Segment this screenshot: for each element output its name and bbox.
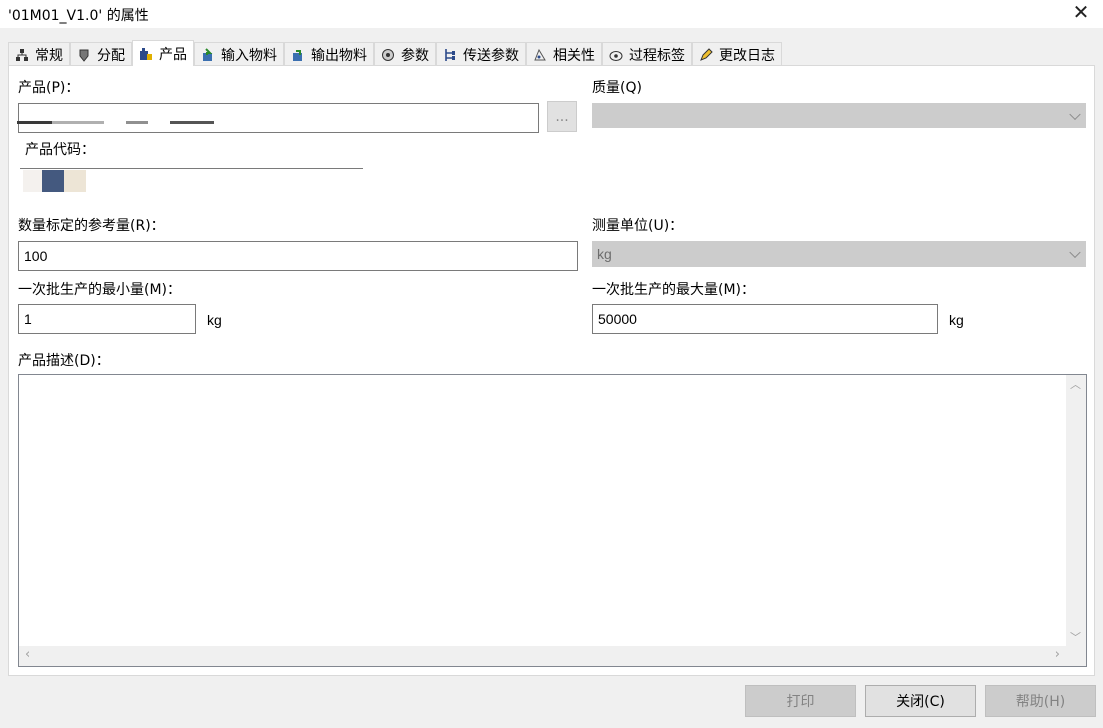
max-batch-input[interactable]: 50000: [592, 304, 938, 334]
scroll-up-icon[interactable]: ︿: [1070, 379, 1081, 391]
min-batch-unit: kg: [207, 312, 222, 328]
scroll-left-icon[interactable]: ‹: [25, 648, 30, 661]
tab-assignment[interactable]: 分配: [70, 42, 132, 66]
tab-label: 分配: [97, 47, 125, 64]
tab-strip: 常规 分配 产品 输入物料 输出物料 参数 传送参数 相关性 过程标签 更改日志: [8, 40, 782, 66]
scroll-down-icon[interactable]: ﹀: [1070, 632, 1081, 644]
redacted-block: [42, 170, 64, 192]
window-title: '01M01_V1.0' 的属性: [8, 8, 149, 24]
tab-label: 常规: [35, 47, 63, 64]
tab-parameters[interactable]: 参数: [374, 42, 436, 66]
tab-label: 参数: [401, 47, 429, 64]
chevron-down-icon: [1069, 246, 1081, 259]
tab-input-material[interactable]: 输入物料: [194, 42, 284, 66]
max-batch-label: 一次批生产的最大量(M)：: [592, 282, 756, 298]
min-batch-value: 1: [24, 311, 32, 327]
output-material-icon: [291, 48, 305, 62]
title-bar: '01M01_V1.0' 的属性 ✕: [0, 0, 1103, 28]
tab-product[interactable]: 产品: [132, 40, 194, 66]
tab-label: 产品: [159, 46, 187, 63]
quality-label: 质量(Q): [592, 80, 642, 96]
max-batch-unit: kg: [949, 312, 964, 328]
horizontal-scrollbar[interactable]: ‹ ›: [19, 646, 1066, 666]
pencil-icon: [699, 47, 713, 62]
product-code-label: 产品代码：: [25, 142, 95, 158]
tab-process-tags[interactable]: 过程标签: [602, 42, 692, 66]
vertical-scrollbar[interactable]: ︿ ﹀: [1066, 375, 1086, 646]
tab-label: 过程标签: [629, 47, 685, 64]
product-panel: 产品(P)： ... 质量(Q) 产品代码： 数量标定的参考量(R)： 100 …: [8, 65, 1095, 676]
tab-general[interactable]: 常规: [8, 42, 70, 66]
tab-label: 相关性: [553, 47, 595, 64]
product-label: 产品(P)：: [18, 80, 80, 96]
reference-quantity-value: 100: [24, 248, 48, 264]
redacted-text: [170, 121, 214, 124]
unit-value: kg: [597, 246, 612, 262]
tab-output-material[interactable]: 输出物料: [284, 42, 374, 66]
min-batch-label: 一次批生产的最小量(M)：: [18, 282, 182, 298]
tab-label: 更改日志: [719, 47, 775, 64]
unit-dropdown[interactable]: kg: [592, 241, 1086, 267]
tab-label: 传送参数: [463, 47, 519, 64]
product-code-field[interactable]: [20, 168, 363, 169]
tab-label: 输出物料: [311, 47, 367, 64]
browse-button[interactable]: ...: [547, 101, 577, 132]
tab-dependency[interactable]: 相关性: [526, 42, 602, 66]
redacted-text: [52, 121, 104, 124]
dependency-icon: [533, 48, 547, 62]
tag-icon: [609, 48, 623, 62]
reference-quantity-input[interactable]: 100: [18, 241, 578, 271]
redacted-block: [23, 170, 42, 192]
product-field[interactable]: [18, 103, 539, 133]
transfer-icon: [443, 48, 457, 62]
close-button[interactable]: 关闭(C): [865, 685, 976, 717]
network-icon: [15, 48, 29, 62]
redacted-text: [126, 121, 148, 124]
shield-icon: [77, 48, 91, 62]
input-material-icon: [201, 47, 215, 62]
redacted-block: [64, 170, 86, 192]
description-label: 产品描述(D)：: [18, 353, 110, 369]
chevron-down-icon: [1069, 108, 1081, 120]
unit-label: 测量单位(U)：: [592, 218, 684, 234]
print-button[interactable]: 打印: [745, 685, 856, 717]
max-batch-value: 50000: [598, 311, 637, 327]
tab-change-log[interactable]: 更改日志: [692, 42, 782, 66]
quality-dropdown[interactable]: [592, 103, 1086, 128]
scroll-right-icon[interactable]: ›: [1055, 648, 1060, 661]
close-icon[interactable]: ✕: [1071, 2, 1091, 22]
tab-transfer-parameters[interactable]: 传送参数: [436, 42, 526, 66]
product-icon: [139, 47, 153, 61]
scroll-corner: [1066, 646, 1086, 666]
min-batch-input[interactable]: 1: [18, 304, 196, 334]
description-textarea[interactable]: ︿ ﹀ ‹ ›: [18, 374, 1087, 667]
help-button[interactable]: 帮助(H): [985, 685, 1096, 717]
tab-label: 输入物料: [221, 47, 277, 64]
reference-quantity-label: 数量标定的参考量(R)：: [18, 218, 165, 234]
parameter-icon: [381, 48, 395, 62]
redacted-text: [17, 121, 52, 124]
